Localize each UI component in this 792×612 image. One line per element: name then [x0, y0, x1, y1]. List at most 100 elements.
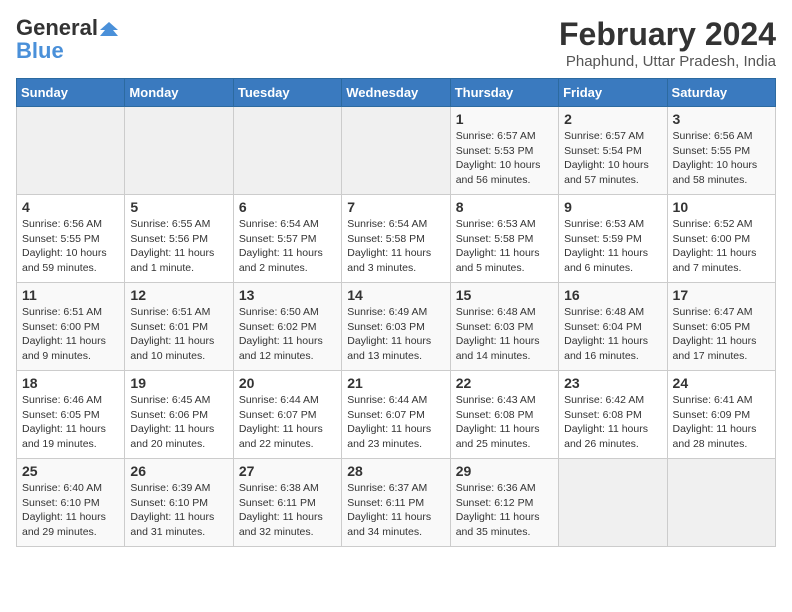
calendar-cell: 1 Sunrise: 6:57 AMSunset: 5:53 PMDaylight… [450, 107, 558, 195]
day-info: Sunrise: 6:51 AMSunset: 6:00 PMDaylight:… [22, 306, 106, 362]
logo-blue-text: Blue [16, 38, 64, 64]
day-number: 5 [130, 199, 227, 215]
day-number: 1 [456, 111, 553, 127]
day-info: Sunrise: 6:54 AMSunset: 5:57 PMDaylight:… [239, 218, 323, 274]
day-info: Sunrise: 6:39 AMSunset: 6:10 PMDaylight:… [130, 482, 214, 538]
title-area: February 2024 Phaphund, Uttar Pradesh, I… [559, 16, 776, 70]
day-number: 29 [456, 463, 553, 479]
day-number: 17 [673, 287, 770, 303]
header-tuesday: Tuesday [233, 79, 341, 107]
calendar-cell: 13 Sunrise: 6:50 AMSunset: 6:02 PMDayligh… [233, 283, 341, 371]
day-info: Sunrise: 6:41 AMSunset: 6:09 PMDaylight:… [673, 394, 757, 450]
day-info: Sunrise: 6:48 AMSunset: 6:04 PMDaylight:… [564, 306, 648, 362]
day-info: Sunrise: 6:55 AMSunset: 5:56 PMDaylight:… [130, 218, 214, 274]
day-number: 11 [22, 287, 119, 303]
calendar-cell: 2Sunrise: 6:57 AMSunset: 5:54 PMDaylight… [559, 107, 667, 195]
day-info: Sunrise: 6:40 AMSunset: 6:10 PMDaylight:… [22, 482, 106, 538]
day-info: Sunrise: 6:36 AMSunset: 6:12 PMDaylight:… [456, 482, 540, 538]
calendar-cell: 4 Sunrise: 6:56 AMSunset: 5:55 PMDaylight… [17, 195, 125, 283]
calendar-cell: 28 Sunrise: 6:37 AMSunset: 6:11 PMDayligh… [342, 459, 450, 547]
calendar-cell [342, 107, 450, 195]
calendar-cell: 10Sunrise: 6:52 AMSunset: 6:00 PMDayligh… [667, 195, 775, 283]
calendar-cell [233, 107, 341, 195]
calendar-cell: 5 Sunrise: 6:55 AMSunset: 5:56 PMDaylight… [125, 195, 233, 283]
calendar-cell: 25 Sunrise: 6:40 AMSunset: 6:10 PMDayligh… [17, 459, 125, 547]
calendar-cell: 23 Sunrise: 6:42 AMSunset: 6:08 PMDayligh… [559, 371, 667, 459]
calendar-cell: 9 Sunrise: 6:53 AMSunset: 5:59 PMDaylight… [559, 195, 667, 283]
calendar-cell: 18 Sunrise: 6:46 AMSunset: 6:05 PMDayligh… [17, 371, 125, 459]
calendar-cell: 27 Sunrise: 6:38 AMSunset: 6:11 PMDayligh… [233, 459, 341, 547]
calendar-cell: 7 Sunrise: 6:54 AMSunset: 5:58 PMDaylight… [342, 195, 450, 283]
calendar-cell: 15Sunrise: 6:48 AMSunset: 6:03 PMDayligh… [450, 283, 558, 371]
week-row-0: 1 Sunrise: 6:57 AMSunset: 5:53 PMDaylight… [17, 107, 776, 195]
calendar-cell: 19Sunrise: 6:45 AMSunset: 6:06 PMDayligh… [125, 371, 233, 459]
header-sunday: Sunday [17, 79, 125, 107]
subtitle: Phaphund, Uttar Pradesh, India [559, 53, 776, 70]
day-number: 27 [239, 463, 336, 479]
day-info: Sunrise: 6:56 AMSunset: 5:55 PMDaylight:… [673, 130, 758, 186]
day-info: Sunrise: 6:46 AMSunset: 6:05 PMDaylight:… [22, 394, 106, 450]
header-saturday: Saturday [667, 79, 775, 107]
week-row-3: 18 Sunrise: 6:46 AMSunset: 6:05 PMDayligh… [17, 371, 776, 459]
day-number: 22 [456, 375, 553, 391]
calendar-cell [17, 107, 125, 195]
day-number: 6 [239, 199, 336, 215]
day-info: Sunrise: 6:42 AMSunset: 6:08 PMDaylight:… [564, 394, 648, 450]
logo: General Blue [16, 16, 118, 64]
day-number: 18 [22, 375, 119, 391]
day-info: Sunrise: 6:56 AMSunset: 5:55 PMDaylight:… [22, 218, 107, 274]
main-title: February 2024 [559, 16, 776, 53]
header-monday: Monday [125, 79, 233, 107]
day-number: 4 [22, 199, 119, 215]
day-number: 8 [456, 199, 553, 215]
day-number: 21 [347, 375, 444, 391]
day-info: Sunrise: 6:50 AMSunset: 6:02 PMDaylight:… [239, 306, 323, 362]
day-info: Sunrise: 6:51 AMSunset: 6:01 PMDaylight:… [130, 306, 214, 362]
calendar-cell: 24Sunrise: 6:41 AMSunset: 6:09 PMDayligh… [667, 371, 775, 459]
calendar-cell [559, 459, 667, 547]
calendar-cell: 11 Sunrise: 6:51 AMSunset: 6:00 PMDayligh… [17, 283, 125, 371]
logo-text: General [16, 16, 118, 40]
day-number: 13 [239, 287, 336, 303]
calendar-cell: 14 Sunrise: 6:49 AMSunset: 6:03 PMDayligh… [342, 283, 450, 371]
day-number: 15 [456, 287, 553, 303]
day-info: Sunrise: 6:47 AMSunset: 6:05 PMDaylight:… [673, 306, 757, 362]
day-number: 20 [239, 375, 336, 391]
day-info: Sunrise: 6:53 AMSunset: 5:59 PMDaylight:… [564, 218, 648, 274]
day-number: 23 [564, 375, 661, 391]
day-number: 14 [347, 287, 444, 303]
header-thursday: Thursday [450, 79, 558, 107]
day-number: 28 [347, 463, 444, 479]
calendar-cell: 12 Sunrise: 6:51 AMSunset: 6:01 PMDayligh… [125, 283, 233, 371]
calendar-table: SundayMondayTuesdayWednesdayThursdayFrid… [16, 78, 776, 547]
day-number: 7 [347, 199, 444, 215]
header-friday: Friday [559, 79, 667, 107]
day-info: Sunrise: 6:53 AMSunset: 5:58 PMDaylight:… [456, 218, 540, 274]
week-row-1: 4 Sunrise: 6:56 AMSunset: 5:55 PMDaylight… [17, 195, 776, 283]
day-number: 10 [673, 199, 770, 215]
calendar-cell: 20 Sunrise: 6:44 AMSunset: 6:07 PMDayligh… [233, 371, 341, 459]
week-row-2: 11 Sunrise: 6:51 AMSunset: 6:00 PMDayligh… [17, 283, 776, 371]
day-number: 12 [130, 287, 227, 303]
day-info: Sunrise: 6:57 AMSunset: 5:54 PMDaylight:… [564, 130, 649, 186]
calendar-cell: 21 Sunrise: 6:44 AMSunset: 6:07 PMDayligh… [342, 371, 450, 459]
day-number: 25 [22, 463, 119, 479]
day-number: 9 [564, 199, 661, 215]
day-info: Sunrise: 6:44 AMSunset: 6:07 PMDaylight:… [347, 394, 431, 450]
calendar-cell: 22 Sunrise: 6:43 AMSunset: 6:08 PMDayligh… [450, 371, 558, 459]
header-wednesday: Wednesday [342, 79, 450, 107]
calendar-cell: 17 Sunrise: 6:47 AMSunset: 6:05 PMDayligh… [667, 283, 775, 371]
week-row-4: 25 Sunrise: 6:40 AMSunset: 6:10 PMDayligh… [17, 459, 776, 547]
day-info: Sunrise: 6:43 AMSunset: 6:08 PMDaylight:… [456, 394, 540, 450]
day-info: Sunrise: 6:57 AMSunset: 5:53 PMDaylight:… [456, 130, 541, 186]
day-info: Sunrise: 6:37 AMSunset: 6:11 PMDaylight:… [347, 482, 431, 538]
day-info: Sunrise: 6:49 AMSunset: 6:03 PMDaylight:… [347, 306, 431, 362]
day-info: Sunrise: 6:54 AMSunset: 5:58 PMDaylight:… [347, 218, 431, 274]
calendar-body: 1 Sunrise: 6:57 AMSunset: 5:53 PMDaylight… [17, 107, 776, 547]
calendar-cell: 6 Sunrise: 6:54 AMSunset: 5:57 PMDaylight… [233, 195, 341, 283]
day-info: Sunrise: 6:44 AMSunset: 6:07 PMDaylight:… [239, 394, 323, 450]
logo-bird-icon [100, 22, 118, 36]
day-number: 3 [673, 111, 770, 127]
day-info: Sunrise: 6:38 AMSunset: 6:11 PMDaylight:… [239, 482, 323, 538]
calendar-cell [667, 459, 775, 547]
